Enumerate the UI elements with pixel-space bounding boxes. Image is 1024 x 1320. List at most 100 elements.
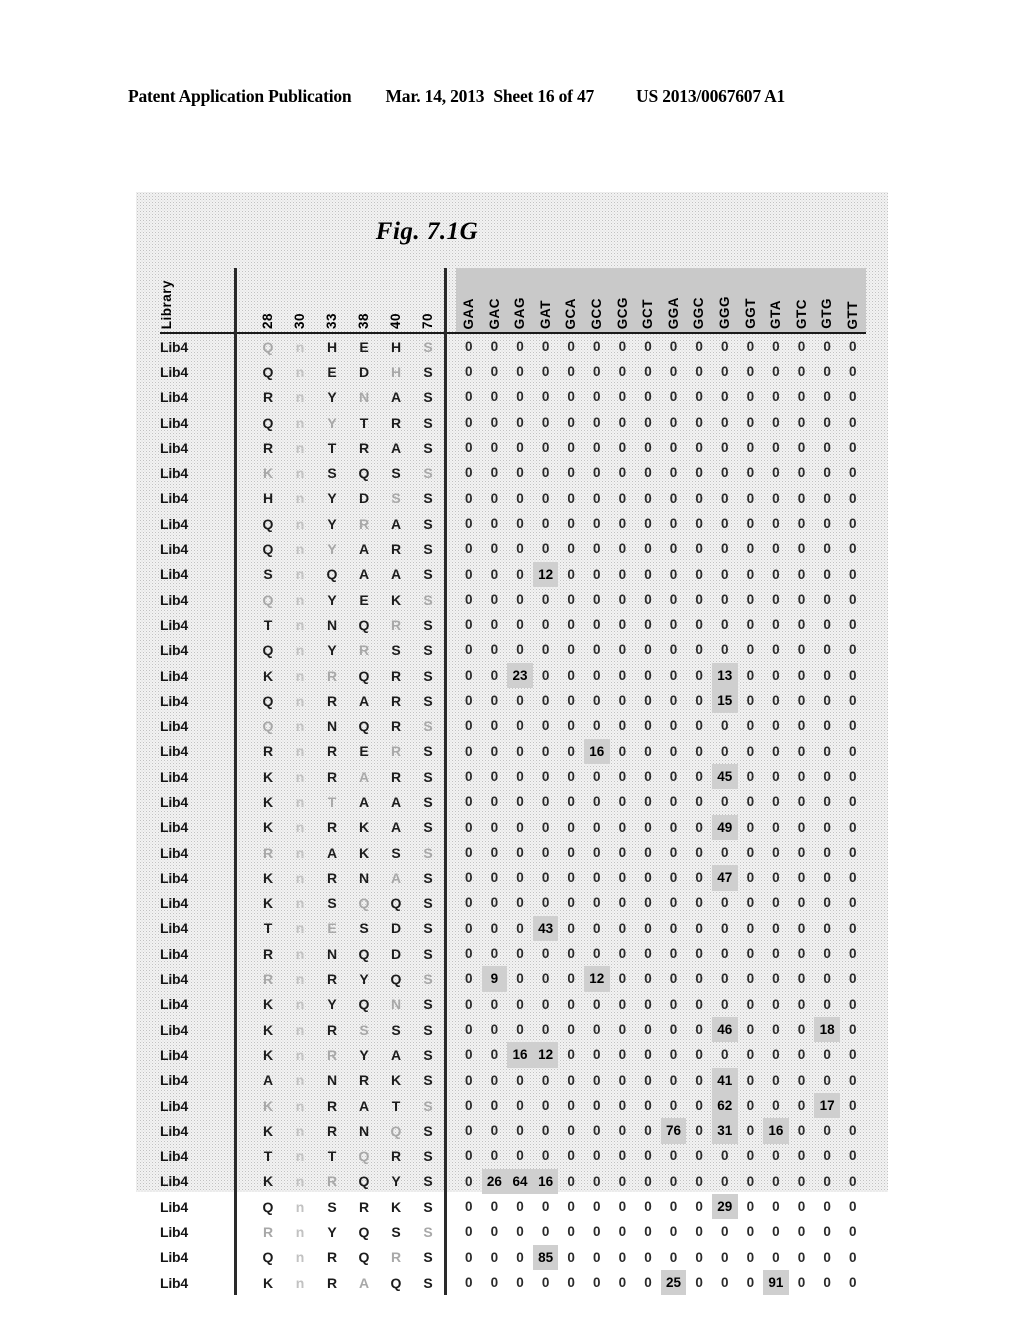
cell-count-GCA: 0 [567,566,575,582]
cell-residue-pos-28: Q [262,642,274,659]
cell-count-GCG: 0 [618,1097,627,1113]
row-separator-1 [234,991,246,1018]
cell-residue-pos-70: S [423,439,433,456]
cell-residue-pos-38: A [358,768,370,785]
table-row: Lib4 Kn S Q S S 0 0 0 0 0 0 0 0 0 0 0 0 0 0 0 0 [160,460,866,486]
cell-count-GCG: 0 [618,1173,627,1189]
cell-residue-pos-38: Q [358,1249,370,1266]
cell-residue-pos-70: S [423,920,433,937]
cell-count-GTC: 0 [797,667,806,683]
table-row: Lib4 Rn Y Q S S 0 0 0 0 0 0 0 0 0 0 0 0 0 0 0 0 [160,1219,866,1245]
table-row: Lib4 Tn N Q R S 0 0 0 0 0 0 0 0 0 0 0 0 0 0 0 0 [160,612,866,638]
cell-count-GCC: 0 [593,1123,601,1139]
cell-residue-pos-38: Y [359,971,369,988]
cell-count-GAT: 0 [541,642,550,658]
cell-residue-pos-40: H [390,338,402,355]
cell-count-GCA: 0 [567,338,575,354]
column-header-codon-GCG: GCG [609,268,636,334]
cell-residue-pos-28: Q [262,692,274,709]
column-header-position-33: 33 [316,268,348,334]
cell-count-GCT: 0 [644,591,652,607]
row-separator-2 [444,409,456,436]
cell-residue-pos-28: Q [262,1249,274,1266]
cell-residue-pos-70: S [423,1198,433,1215]
cell-residue-pos-28: K [262,1122,274,1139]
cell-residue-pos-30: n [295,465,305,482]
cell-count-GCG: 0 [618,1047,627,1063]
cell-count-GAG: 0 [516,490,524,506]
cell-residue-pos-40: R [390,1148,402,1165]
cell-count-GGC: 0 [695,541,703,557]
cell-count-GCT: 0 [644,895,652,911]
cell-residue-pos-28: K [262,465,274,482]
cell-count-GAG: 0 [516,693,524,709]
cell-count-GCT: 0 [644,515,652,531]
cell-count-GCC: 0 [593,693,601,709]
cell-count-GTC: 0 [797,465,806,481]
cell-residue-pos-40: A [390,869,402,886]
cell-count-GTC: 0 [797,870,806,886]
cell-residue-pos-28: K [262,1021,274,1038]
column-header-position-28: 28 [246,268,284,334]
cell-count-GAG: 0 [516,617,524,633]
cell-residue-pos-30: n [295,692,305,709]
cell-count-GCC: 0 [593,718,601,734]
cell-count-GAA: 0 [465,1224,473,1240]
figure-title: Fig. 7.1G [375,218,479,245]
cell-count-GGG: 0 [720,1274,729,1290]
cell-count-GAG: 0 [516,364,524,380]
cell-residue-pos-33: R [326,1122,338,1139]
table-row: Lib4 Tn E S D S 0 0 0 43 0 0 0 0 0 0 0 0 0 0 0 0 [160,915,866,942]
cell-count-GTC: 0 [797,515,806,531]
cell-count-GGA: 0 [669,743,678,759]
table-row: Lib4 Rn T R A S 0 0 0 0 0 0 0 0 0 0 0 0 0 0 0 0 [160,435,866,461]
cell-count-GAT: 0 [541,591,550,607]
cell-count-GTG: 0 [823,996,831,1012]
cell-count-GCA: 0 [567,1148,575,1164]
cell-count-GGG: 62 [711,1092,738,1119]
cell-count-GAC: 0 [490,414,499,430]
cell-residue-pos-70: S [423,566,433,583]
cell-residue-pos-30: n [295,1097,305,1114]
table-row: Lib4 Qn S R K S 0 0 0 0 0 0 0 0 0 0 29 0 0 0 0 0 [160,1194,866,1220]
cell-count-GCA: 0 [567,819,575,835]
cell-count-GGC: 0 [695,718,703,734]
cell-residue-pos-40: R [390,718,402,735]
cell-count-GAT: 0 [541,364,550,380]
cell-count-GCT: 0 [644,971,652,987]
cell-count-GTT: 0 [848,1097,857,1113]
cell-count-GGG: 0 [720,946,729,962]
cell-residue-pos-40: A [390,515,402,532]
cell-count-GGC: 0 [695,1224,703,1240]
cell-residue-pos-30: n [295,1173,305,1190]
cell-count-GGT: 0 [746,768,755,784]
cell-residue-pos-70: S [423,667,433,684]
cell-count-GCT: 0 [644,743,652,759]
cell-count-GGC: 0 [695,819,703,835]
cell-library: Lib4 [160,971,188,988]
cell-residue-pos-40: K [390,591,402,608]
cell-residue-pos-28: K [262,1173,274,1190]
cell-count-GAA: 0 [465,389,473,405]
cell-count-GTA: 0 [772,338,780,354]
row-separator-2 [444,1219,456,1245]
cell-library: Lib4 [160,844,188,861]
cell-count-GGA: 0 [669,1249,678,1265]
cell-count-GAC: 0 [490,895,499,911]
cell-count-GGC: 0 [695,920,703,936]
cell-count-GTA: 0 [772,364,780,380]
cell-count-GGT: 0 [746,617,755,633]
cell-count-GGG: 29 [711,1194,738,1220]
row-separator-2 [444,1042,456,1068]
cell-count-GGG: 0 [720,617,729,633]
row-separator-1 [234,1118,246,1144]
cell-count-GCT: 0 [644,667,652,683]
cell-library: Lib4 [160,465,188,482]
cell-count-GTT: 0 [848,566,857,582]
row-separator-2 [444,586,456,613]
cell-count-GCG: 0 [618,414,627,430]
cell-residue-pos-38: A [358,566,370,583]
cell-count-GTA: 0 [772,794,780,810]
cell-residue-pos-38: A [358,692,370,709]
cell-count-GGG: 0 [720,389,729,405]
